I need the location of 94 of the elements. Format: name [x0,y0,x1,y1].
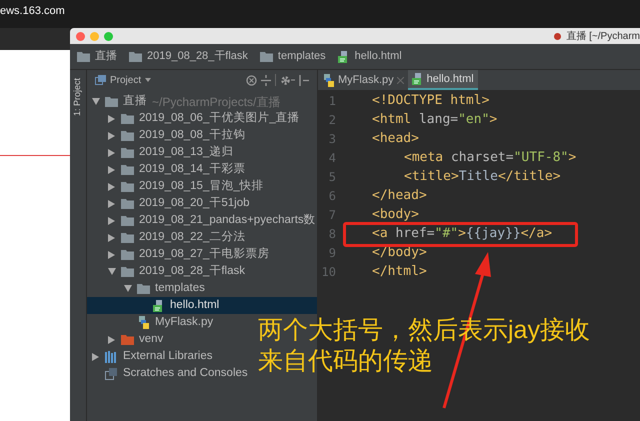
line-number: 8 [328,226,336,242]
breadcrumb[interactable]: 直播 [95,48,117,65]
folder-icon [260,52,273,62]
folder-icon [121,232,134,242]
folder-icon [77,52,90,62]
collapsed-arrow-icon[interactable] [108,182,115,190]
line-number: 7 [328,206,336,224]
folder-icon [121,334,134,344]
tree-item[interactable]: 2019_08_21_pandas+pyecharts数 [87,212,319,229]
tree-item[interactable]: 2019_08_08_干拉钩 [87,127,248,144]
collapsed-arrow-icon[interactable] [108,336,115,344]
code-line: <!DOCTYPE html> [372,93,490,108]
folder-icon [121,164,134,174]
caret-icon[interactable] [145,78,152,82]
tree-item[interactable]: 2019_08_14_干彩票 [87,161,248,178]
folder-icon [121,114,134,124]
window-title: 直播 [~/Pycharm [566,30,640,44]
project-tool-tab[interactable]: 1: Project [71,78,85,116]
code-line: <html lang="en"> [372,112,498,127]
tree-item[interactable]: 2019_08_20_干51job [87,195,252,212]
python-file-icon [322,74,335,86]
expanded-arrow-icon[interactable] [108,268,116,275]
app-icon [554,32,562,40]
target-icon[interactable] [246,74,257,86]
collapsed-arrow-icon[interactable] [92,352,99,360]
code-line: </html> [372,264,427,279]
tree-item[interactable]: 直播 ~/PycharmProjects/直播 [87,93,284,110]
folder-icon [121,266,134,276]
collapsed-arrow-icon[interactable] [108,234,115,242]
collapsed-arrow-icon[interactable] [108,200,115,208]
address-text: ews.163.com [0,4,65,19]
scratches-icon [105,368,118,380]
tree-item[interactable]: Scratches and Consoles [87,365,251,382]
library-icon [105,350,118,362]
expanded-arrow-icon[interactable] [92,98,100,105]
browser-toolbar [0,28,70,50]
hide-icon[interactable] [299,74,309,86]
tree-item[interactable]: 2019_08_06_干优美图片_直播 [87,110,303,127]
folder-icon [121,148,134,158]
line-number: 3 [328,130,336,148]
folder-icon [121,130,134,140]
code-line: <head> [372,131,419,146]
annotation-text: 来自代码的传递 [258,346,434,377]
tree-item[interactable]: 2019_08_15_冒泡_快排 [87,178,267,195]
collapsed-arrow-icon[interactable] [108,132,115,140]
tree-item[interactable]: MyFlask.py [87,314,216,331]
tree-item[interactable]: 2019_08_27_干电影票房 [87,246,272,263]
expanded-arrow-icon[interactable] [124,285,132,292]
line-number: 9 [328,244,336,262]
code-line: <meta charset="UTF-8"> [403,150,576,165]
tree-item[interactable]: 2019_08_13_递归 [87,144,236,161]
panel-title[interactable]: Project [110,72,142,88]
html-file-icon [153,300,165,312]
collapsed-arrow-icon[interactable] [108,114,115,122]
html-file-icon [338,50,350,62]
code-line: <title>Title</title> [403,169,561,184]
folder-icon [121,198,134,208]
editor-tab[interactable]: hello.html [408,70,478,90]
collapse-icon[interactable] [261,74,271,86]
line-number: 2 [328,112,336,128]
collapsed-arrow-icon[interactable] [108,250,115,258]
folder-icon [121,182,134,192]
breadcrumb[interactable]: templates [278,48,326,65]
tree-item[interactable]: 2019_08_28_干flask [87,263,248,280]
folder-icon [105,96,118,106]
folder-icon [129,52,142,62]
breadcrumb[interactable]: 2019_08_28_干flask [147,48,248,65]
breadcrumb[interactable]: hello.html [354,48,402,65]
folder-icon [121,216,134,226]
code-line: <a href="#">{{jay}}</a> [372,226,552,241]
line-number: 6 [328,188,336,204]
project-view-icon [95,75,106,85]
python-file-icon [137,316,150,329]
settings-icon[interactable] [280,74,295,86]
line-number: 1 [328,92,336,110]
code-line: <body> [372,207,419,222]
tree-item[interactable]: venv [87,331,166,348]
code-line: </head> [372,188,427,203]
tree-item[interactable]: templates [87,280,208,297]
folder-icon [137,284,150,294]
collapsed-arrow-icon[interactable] [108,148,115,156]
tree-item[interactable]: External Libraries [87,348,216,365]
editor-tab[interactable]: MyFlask.py [318,70,408,90]
collapsed-arrow-icon[interactable] [108,216,115,224]
html-file-icon [412,73,424,85]
tree-item[interactable]: hello.html [87,297,317,314]
tree-item[interactable]: 2019_08_22_二分法 [87,229,248,246]
folder-icon [121,250,134,260]
code-line: </body> [372,245,427,260]
line-number: 5 [328,168,336,186]
collapsed-arrow-icon[interactable] [108,166,115,174]
line-number: 4 [328,150,336,166]
project-path: ~/PycharmProjects/直播 [152,94,280,110]
line-number: 10 [320,264,336,280]
